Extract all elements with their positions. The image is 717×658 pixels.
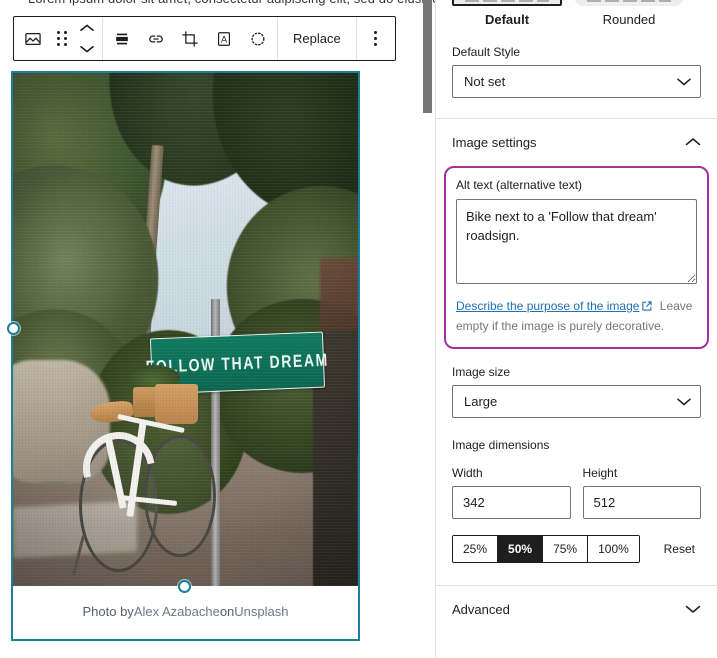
canvas-scrollbar[interactable] [423, 0, 432, 113]
style-thumb-lines [464, 0, 550, 2]
scale-25-button[interactable]: 25% [453, 536, 498, 562]
image-size-value: Large [464, 394, 498, 409]
link-button[interactable] [139, 17, 173, 60]
move-block-buttons[interactable] [74, 17, 100, 60]
duotone-filter-icon [248, 29, 268, 49]
move-down-icon [80, 40, 94, 58]
style-label-default: Default [484, 12, 530, 27]
image-dimensions-label: Image dimensions [452, 438, 550, 452]
image-size-field: Image size Large [436, 365, 717, 418]
image-block[interactable]: FOLLOW THAT DREAM [11, 71, 360, 641]
image-icon [23, 29, 43, 49]
duotone-filter-button[interactable] [241, 17, 275, 60]
more-options-button[interactable] [359, 17, 393, 60]
caption-prefix: Photo by [82, 604, 134, 619]
style-option-default[interactable]: Default [452, 0, 562, 27]
svg-text:A: A [221, 34, 228, 44]
external-link-icon [641, 299, 653, 317]
photo-illustration: FOLLOW THAT DREAM [13, 73, 358, 586]
add-text-over-image-button[interactable]: A [207, 17, 241, 60]
move-up-icon [80, 19, 94, 37]
drag-handle-button[interactable] [50, 17, 74, 60]
image-caption[interactable]: Photo by Alex Azabache on Unsplash [13, 586, 358, 637]
chevron-up-icon [685, 135, 701, 150]
panel-header-advanced[interactable]: Advanced [436, 586, 717, 633]
scale-50-button[interactable]: 50% [497, 536, 543, 562]
editor-canvas: Lorem ipsum dolor sit amet, consectetur … [0, 0, 435, 658]
scale-percent-group: 25% 50% 75% 100% [452, 535, 640, 563]
crop-icon [180, 29, 200, 49]
alt-text-field-highlighted: Alt text (alternative text) Bike next to… [444, 166, 709, 349]
default-style-label: Default Style [452, 45, 521, 59]
width-field: Width [452, 466, 571, 519]
chevron-down-icon [677, 394, 691, 409]
crop-button[interactable] [173, 17, 207, 60]
app-root: Lorem ipsum dolor sit amet, consectetur … [0, 0, 717, 658]
panel-title-image-settings: Image settings [452, 135, 537, 150]
photo-vignette [13, 73, 358, 586]
alt-text-help: Describe the purpose of the image Leave … [456, 297, 697, 335]
height-label: Height [582, 466, 618, 480]
describe-purpose-link[interactable]: Describe the purpose of the image [456, 299, 639, 313]
dimensions-inputs: Width Height [452, 466, 701, 519]
caption-source-link[interactable]: Unsplash [234, 604, 288, 619]
toolbar-group-block [14, 17, 102, 60]
cutoff-paragraph-text: Lorem ipsum dolor sit amet, consectetur … [28, 0, 435, 6]
default-style-value: Not set [464, 74, 506, 89]
toolbar-group-replace: Replace [277, 17, 356, 60]
toolbar-group-format: A [102, 17, 277, 60]
caption-author-link[interactable]: Alex Azabache [134, 604, 220, 619]
height-input[interactable] [582, 486, 701, 519]
replace-button[interactable]: Replace [280, 17, 354, 60]
add-text-over-image-icon: A [214, 29, 234, 49]
block-toolbar: A Replace [13, 16, 396, 61]
style-option-rounded[interactable]: Rounded [574, 0, 684, 27]
panel-header-image-settings[interactable]: Image settings [436, 119, 717, 166]
style-thumb-default[interactable] [452, 0, 562, 6]
panel-title-advanced: Advanced [452, 602, 510, 617]
align-icon [112, 29, 132, 49]
align-button[interactable] [105, 17, 139, 60]
default-style-field: Default Style Not set [436, 45, 717, 118]
resize-handle-left[interactable] [7, 322, 20, 335]
width-label: Width [452, 466, 483, 480]
scale-percent-row: 25% 50% 75% 100% Reset [452, 535, 701, 563]
scale-100-button[interactable]: 100% [587, 536, 639, 562]
resize-handle-bottom[interactable] [178, 580, 191, 593]
chevron-down-icon [685, 602, 701, 617]
scale-75-button[interactable]: 75% [542, 536, 588, 562]
link-icon [146, 29, 166, 49]
chevron-down-icon [677, 74, 691, 89]
block-styles: Default Rounded [436, 0, 717, 27]
image-size-select[interactable]: Large [452, 385, 701, 418]
style-thumb-rounded[interactable] [574, 0, 684, 6]
height-field: Height [582, 466, 701, 519]
reset-dimensions-button[interactable]: Reset [658, 542, 701, 556]
image-preview[interactable]: FOLLOW THAT DREAM [13, 73, 358, 586]
settings-sidebar: Default Rounded Default Style Not set Im… [435, 0, 717, 658]
image-size-label: Image size [452, 365, 511, 379]
toolbar-group-more [355, 17, 395, 60]
style-thumb-lines [586, 0, 672, 2]
default-style-select[interactable]: Not set [452, 65, 701, 98]
drag-handle-icon [57, 31, 67, 46]
image-dimensions-group: Image dimensions Width Height 25% 50% 75… [436, 438, 717, 563]
style-label-rounded: Rounded [602, 12, 656, 27]
caption-middle: on [219, 604, 235, 619]
width-input[interactable] [452, 486, 571, 519]
alt-text-input[interactable]: Bike next to a 'Follow that dream' roads… [456, 199, 697, 284]
image-block-type-button[interactable] [16, 17, 50, 60]
alt-text-label: Alt text (alternative text) [456, 178, 583, 192]
more-options-icon [374, 31, 378, 46]
